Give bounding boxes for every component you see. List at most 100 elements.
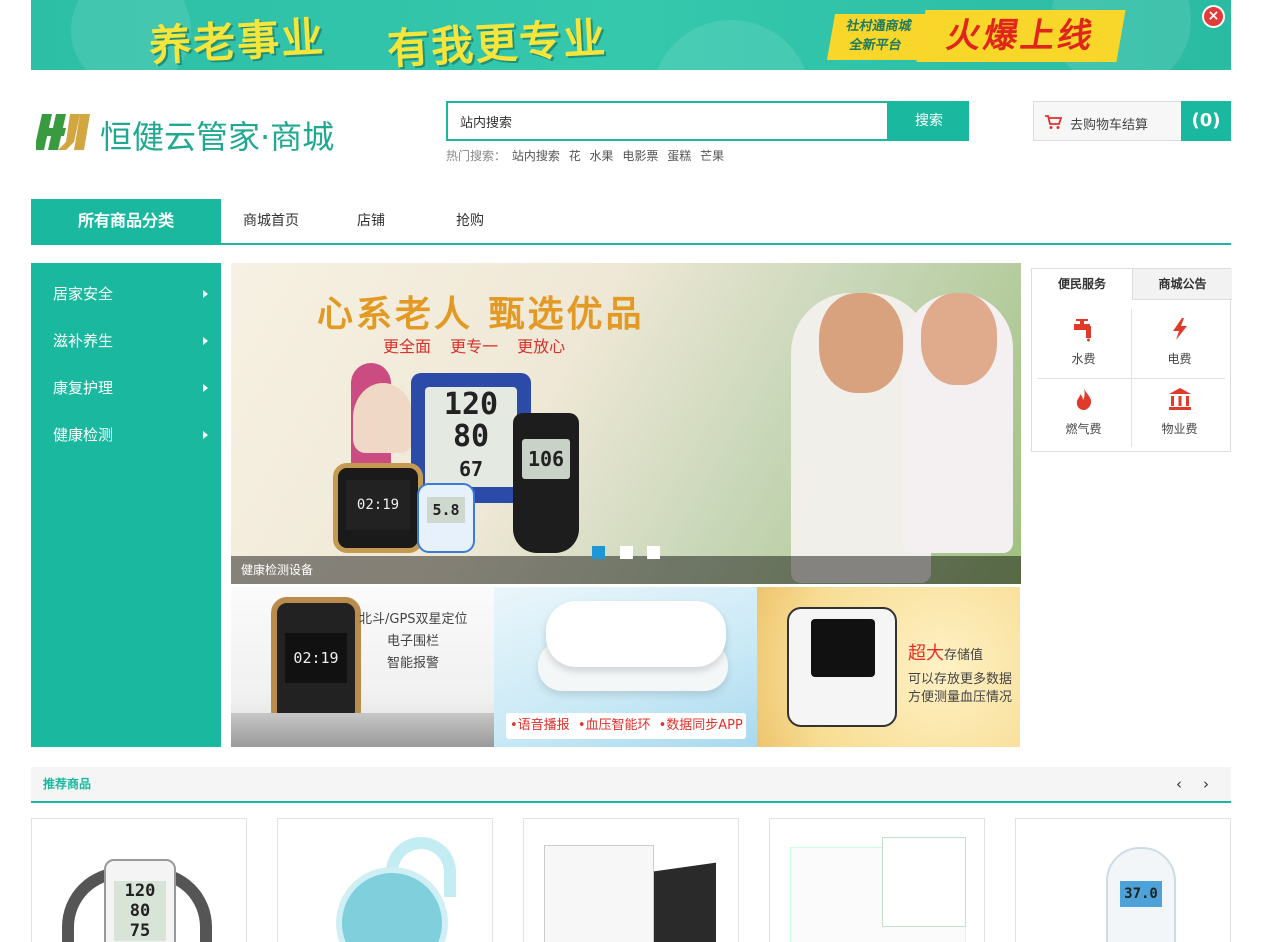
recommended-header: 推荐商品 ‹ › xyxy=(31,767,1231,803)
hero-slider[interactable]: 心系老人 甄选优品 更全面 更专一 更放心 120 80 67 106 02:1… xyxy=(231,263,1021,584)
product-reading: 37.0 xyxy=(1120,881,1162,907)
chevron-right-icon xyxy=(203,337,208,345)
sidebar-item-label: 康复护理 xyxy=(53,379,114,397)
service-label: 水费 xyxy=(1071,352,1096,366)
tab-mall-notices[interactable]: 商城公告 xyxy=(1132,269,1232,300)
hot-search-item[interactable]: 芒果 xyxy=(700,149,724,163)
massager-head-image xyxy=(353,383,413,453)
city-skyline-image xyxy=(231,713,494,747)
search-button[interactable]: 搜索 xyxy=(889,101,969,141)
search-input[interactable] xyxy=(448,103,887,139)
bp-band-image xyxy=(546,601,726,667)
service-water-fee[interactable]: 水费 xyxy=(1036,309,1131,377)
promo-tile-bp-storage[interactable]: 超大存储值 可以存放更多数据 方便测量血压情况 xyxy=(757,587,1020,747)
promo-feature-bar: •语音播报 •血压智能环 •数据同步APP xyxy=(506,713,746,739)
chevron-right-icon xyxy=(203,431,208,439)
tab-convenience-services[interactable]: 便民服务 xyxy=(1032,269,1132,300)
promo-tile-gps-watch[interactable]: 02:19 北斗/GPS双星定位 电子围栏 智能报警 xyxy=(231,587,494,747)
service-property-fee[interactable]: 物业费 xyxy=(1132,379,1227,447)
nav-link-stores[interactable]: 店铺 xyxy=(357,199,385,243)
promo-big-text: 超大 xyxy=(908,643,944,664)
promo-tile-bp-band[interactable]: •语音播报 •血压智能环 •数据同步APP xyxy=(494,587,757,747)
service-label: 燃气费 xyxy=(1065,422,1102,436)
hot-search-item[interactable]: 蛋糕 xyxy=(667,149,691,163)
bp-monitor-image xyxy=(787,607,897,727)
carousel-prev-icon[interactable]: ‹ xyxy=(1172,767,1186,801)
site-logo[interactable]: 恒健云管家·商城 xyxy=(36,108,336,156)
product-card-thermometer[interactable]: 37.0 xyxy=(1015,818,1231,942)
logo-mark-icon xyxy=(36,114,90,150)
bp-reading-top: 120 xyxy=(443,387,499,422)
slide-dot[interactable] xyxy=(620,546,633,559)
promo-feature: •血压智能环 xyxy=(577,718,651,733)
promo-line: 北斗/GPS双星定位 xyxy=(359,612,468,627)
lightning-icon xyxy=(1172,318,1187,340)
hot-search-item[interactable]: 电影票 xyxy=(622,149,658,163)
sidebar-item-label: 健康检测 xyxy=(53,426,114,444)
sidebar-item-wellness[interactable]: 滋补养生 xyxy=(31,318,221,365)
bp-reading-mid: 80 xyxy=(452,419,490,454)
product-card-bracelet[interactable] xyxy=(277,818,493,942)
search-box xyxy=(446,101,889,141)
banner-close-icon[interactable]: × xyxy=(1202,5,1225,28)
top-promo-banner[interactable]: 养老事业 有我更专业 社村通商城 全新平台 火爆上线 xyxy=(31,0,1231,70)
product-reading: 75 xyxy=(129,921,151,941)
hot-search-item[interactable]: 站内搜索 xyxy=(512,149,560,163)
product-image: 120 80 75 xyxy=(52,837,228,942)
faucet-icon xyxy=(1073,319,1091,342)
cart-label: 去购物车结算 xyxy=(1070,118,1149,133)
shopping-cart-icon xyxy=(1045,115,1062,129)
banner-slogan-left: 养老事业 xyxy=(147,12,327,70)
nav-link-flash-sale[interactable]: 抢购 xyxy=(456,199,484,243)
promo-line: 存储值 xyxy=(944,648,984,663)
chevron-right-icon xyxy=(203,290,208,298)
sidebar-item-health-check[interactable]: 健康检测 xyxy=(31,412,221,459)
banner-badge: 社村通商城 全新平台 xyxy=(826,14,928,60)
hot-search-item[interactable]: 花 xyxy=(569,149,581,163)
promo-line: 方便测量血压情况 xyxy=(908,690,1013,705)
hot-search-label: 热门搜索： xyxy=(446,149,507,163)
product-image xyxy=(544,837,720,942)
category-sidebar: 居家安全 滋补养生 康复护理 健康检测 xyxy=(31,263,221,747)
slide-dot[interactable] xyxy=(647,546,660,559)
sidebar-item-home-safety[interactable]: 居家安全 xyxy=(31,271,221,318)
hot-search-item[interactable]: 水果 xyxy=(590,149,614,163)
product-reading: 120 xyxy=(124,881,156,901)
product-card-alarm-kit[interactable] xyxy=(523,818,739,942)
promo-headline: 超大存储值 xyxy=(908,643,983,667)
chevron-right-icon xyxy=(203,384,208,392)
banner-highlight: 火爆上线 xyxy=(916,10,1126,62)
watch-time: 02:19 xyxy=(285,633,347,683)
slide-title: 心系老人 甄选优品 xyxy=(317,294,645,335)
gps-watch-image: 02:19 xyxy=(271,597,361,727)
carousel-next-icon[interactable]: › xyxy=(1199,767,1213,801)
slide-dot[interactable] xyxy=(592,546,605,559)
product-card-health-kit[interactable] xyxy=(769,818,985,942)
promo-line: 电子围栏 xyxy=(387,634,440,649)
service-label: 物业费 xyxy=(1161,422,1198,436)
promo-line: 智能报警 xyxy=(387,656,440,671)
bp-reading-bottom: 67 xyxy=(458,457,484,481)
smart-watch-image: 02:19 xyxy=(333,463,423,553)
all-categories-button[interactable]: 所有商品分类 xyxy=(31,199,221,243)
glucose-reading: 106 xyxy=(522,439,570,479)
main-nav: 所有商品分类 商城首页 店铺 抢购 xyxy=(31,199,1231,245)
pulse-meter-image: 5.8 xyxy=(417,483,475,553)
flame-icon xyxy=(1076,388,1091,410)
sidebar-item-rehab-care[interactable]: 康复护理 xyxy=(31,365,221,412)
slide-caption: 健康检测设备 xyxy=(231,556,1021,584)
service-electricity-fee[interactable]: 电费 xyxy=(1132,309,1227,377)
product-image: 37.0 xyxy=(1036,837,1212,942)
cart-button[interactable]: 去购物车结算 xyxy=(1033,101,1182,141)
cart-count[interactable]: (0) xyxy=(1181,101,1231,141)
banner-badge-line2: 全新平台 xyxy=(848,38,903,53)
product-reading: 80 xyxy=(129,901,151,921)
service-label: 电费 xyxy=(1167,352,1192,366)
product-card-bp-monitor[interactable]: 120 80 75 xyxy=(31,818,247,942)
banner-badge-line1: 社村通商城 xyxy=(845,19,913,34)
meter-reading: 5.8 xyxy=(427,497,465,523)
service-gas-fee[interactable]: 燃气费 xyxy=(1036,379,1131,447)
sidebar-item-label: 居家安全 xyxy=(53,285,114,303)
watch-time: 02:19 xyxy=(346,480,410,530)
nav-link-home[interactable]: 商城首页 xyxy=(243,199,299,243)
